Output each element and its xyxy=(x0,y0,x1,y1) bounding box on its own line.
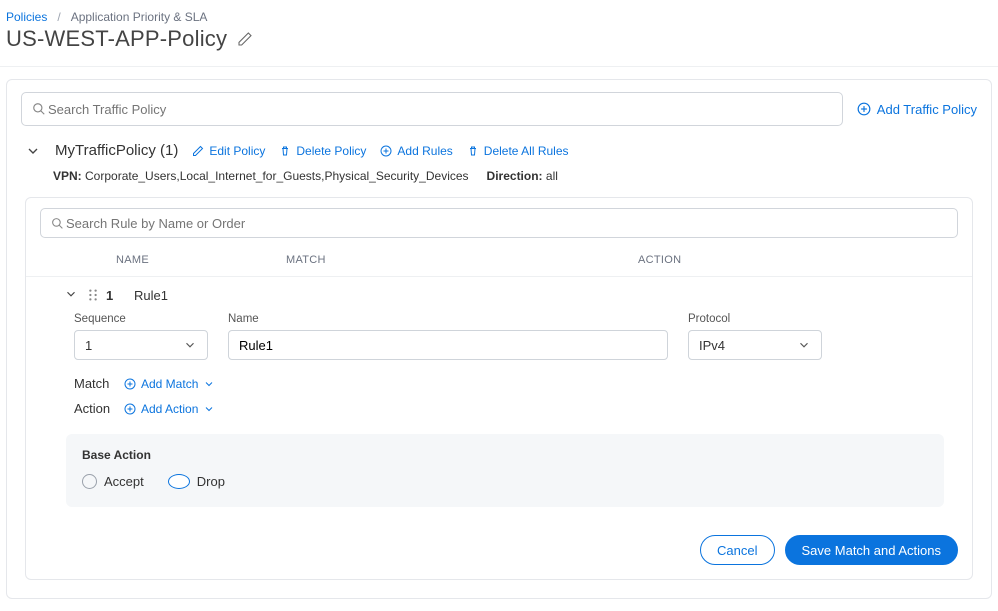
page-title: US-WEST-APP-Policy xyxy=(6,26,227,52)
breadcrumb-policies-link[interactable]: Policies xyxy=(6,10,47,24)
chevron-down-icon xyxy=(183,338,197,352)
search-icon xyxy=(51,217,64,230)
rule-name-input[interactable] xyxy=(228,330,668,360)
save-button[interactable]: Save Match and Actions xyxy=(785,535,958,565)
breadcrumb-current: Application Priority & SLA xyxy=(71,10,208,24)
base-action-title: Base Action xyxy=(82,448,928,462)
add-rules-button[interactable]: Add Rules xyxy=(380,144,452,158)
match-label: Match xyxy=(74,376,112,391)
vpn-info: VPN: Corporate_Users,Local_Internet_for_… xyxy=(53,169,469,183)
search-icon xyxy=(32,102,46,116)
name-field: Name xyxy=(228,313,668,360)
base-action-box: Base Action Accept Drop xyxy=(66,434,944,507)
edit-policy-button[interactable]: Edit Policy xyxy=(192,144,265,158)
section-title: MyTrafficPolicy (1) xyxy=(55,142,178,159)
rule-name: Rule1 xyxy=(134,288,168,303)
cancel-button[interactable]: Cancel xyxy=(700,535,774,565)
action-label: Action xyxy=(74,401,112,416)
direction-info: Direction: all xyxy=(487,169,558,183)
base-action-drop-radio[interactable]: Drop xyxy=(168,474,225,489)
column-header-match: MATCH xyxy=(286,254,638,266)
protocol-field: Protocol IPv4 xyxy=(688,313,822,360)
add-match-button[interactable]: Add Match xyxy=(124,377,215,391)
search-rule-field[interactable] xyxy=(40,208,958,238)
column-header-name: NAME xyxy=(116,254,286,266)
chevron-down-icon xyxy=(797,338,811,352)
add-action-button[interactable]: Add Action xyxy=(124,402,215,416)
sequence-field: Sequence 1 xyxy=(74,313,208,360)
add-traffic-policy-button[interactable]: Add Traffic Policy xyxy=(857,102,977,117)
traffic-policy-card: Add Traffic Policy MyTrafficPolicy (1) E… xyxy=(6,79,992,599)
breadcrumb-separator: / xyxy=(57,10,60,24)
drag-handle-icon[interactable] xyxy=(88,288,98,302)
rule-collapse-toggle[interactable] xyxy=(64,287,80,303)
search-rule-input[interactable] xyxy=(64,215,947,232)
delete-policy-button[interactable]: Delete Policy xyxy=(279,144,366,158)
breadcrumb: Policies / Application Priority & SLA xyxy=(0,0,998,24)
base-action-accept-radio[interactable]: Accept xyxy=(82,474,144,489)
search-traffic-policy-field[interactable] xyxy=(21,92,843,126)
plus-circle-icon xyxy=(857,102,871,116)
radio-icon xyxy=(168,474,190,489)
radio-icon xyxy=(82,474,97,489)
sequence-select[interactable]: 1 xyxy=(74,330,208,360)
protocol-select[interactable]: IPv4 xyxy=(688,330,822,360)
edit-title-icon[interactable] xyxy=(237,31,253,47)
add-traffic-policy-label: Add Traffic Policy xyxy=(877,102,977,117)
rules-panel: NAME MATCH ACTION 1 Rule1 Sequence 1 xyxy=(25,197,973,580)
column-header-action: ACTION xyxy=(638,254,958,266)
search-traffic-policy-input[interactable] xyxy=(46,101,832,118)
rule-order: 1 xyxy=(106,288,126,303)
delete-all-rules-button[interactable]: Delete All Rules xyxy=(467,144,569,158)
section-collapse-toggle[interactable] xyxy=(25,143,41,159)
